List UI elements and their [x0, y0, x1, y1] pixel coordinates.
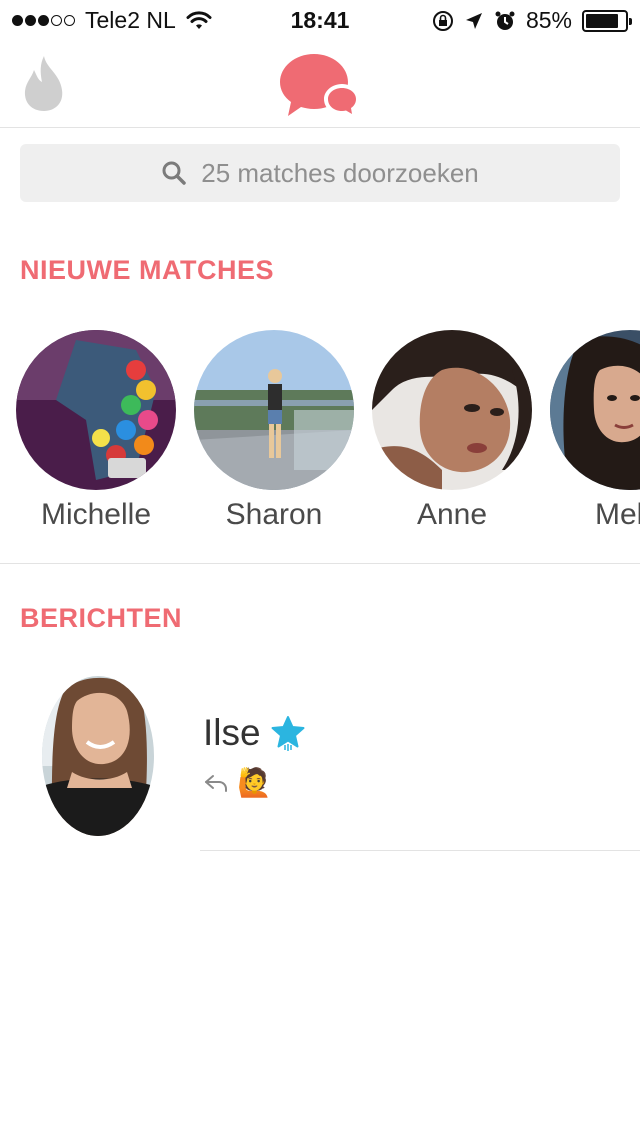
avatar	[194, 330, 354, 490]
message-name-wrap: Ilse	[203, 712, 307, 754]
blue-star-icon	[271, 716, 305, 751]
new-matches-carousel[interactable]: Michelle Sharon Anne Mel	[0, 330, 640, 535]
battery-percent: 85%	[525, 7, 572, 33]
flame-icon[interactable]	[20, 54, 68, 112]
search-icon	[162, 161, 186, 185]
avatar	[550, 330, 640, 490]
avatar	[42, 676, 154, 836]
avatar	[16, 330, 176, 490]
match-item-michelle[interactable]: Michelle	[16, 330, 176, 531]
message-divider	[200, 850, 640, 851]
nav-header	[0, 40, 640, 128]
status-bar: Tele2 NL 18:41 85%	[0, 0, 640, 40]
raising-hand-emoji: 🙋	[237, 766, 272, 799]
alarm-icon	[495, 11, 515, 30]
avatar	[372, 330, 532, 490]
chat-bubbles-icon[interactable]	[278, 50, 362, 122]
match-name: Melis	[594, 498, 640, 531]
match-name: Anne	[416, 498, 488, 531]
battery-icon	[582, 9, 632, 32]
match-item-melis[interactable]: Melis	[550, 330, 640, 531]
match-name: Michelle	[40, 498, 152, 531]
match-item-anne[interactable]: Anne	[372, 330, 532, 531]
messages-heading: BERICHTEN	[20, 603, 183, 633]
match-item-sharon[interactable]: Sharon	[194, 330, 354, 531]
message-sender-name: Ilse	[203, 712, 261, 753]
search-placeholder: 25 matches doorzoeken	[201, 157, 479, 188]
reply-icon	[205, 774, 227, 792]
rotation-lock-icon	[432, 10, 453, 31]
status-right: 85%	[432, 7, 632, 34]
new-matches-heading: NIEUWE MATCHES	[20, 255, 274, 285]
section-divider	[0, 563, 640, 564]
location-arrow-icon	[465, 12, 482, 29]
message-preview: 🙋	[203, 766, 272, 799]
search-input[interactable]: 25 matches doorzoeken	[20, 144, 620, 202]
match-name: Sharon	[225, 498, 323, 531]
message-row-ilse[interactable]: Ilse 🙋	[0, 676, 640, 852]
